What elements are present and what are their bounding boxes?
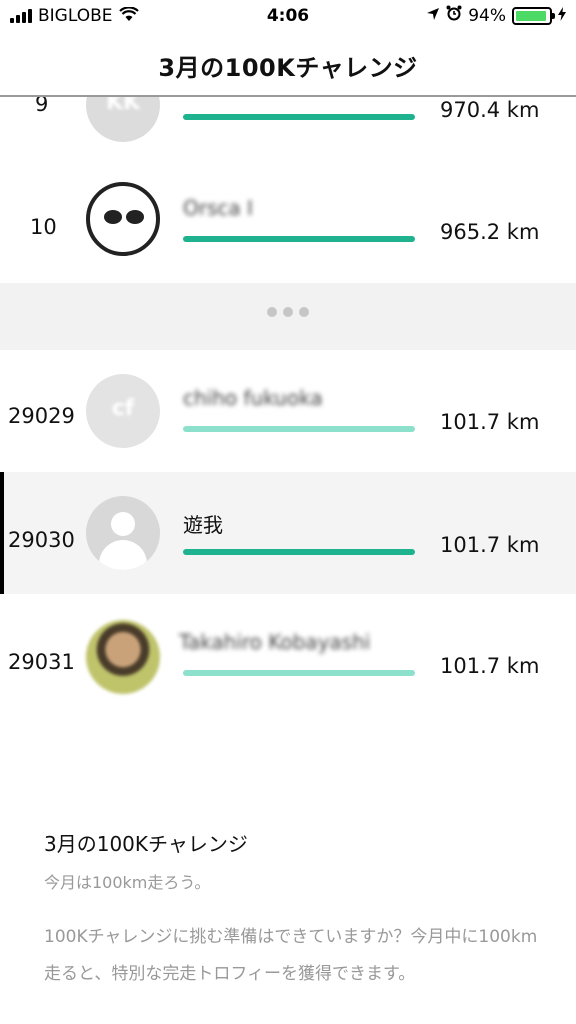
avatar-initials: cf bbox=[111, 396, 135, 421]
runner-name[interactable]: Orsca I bbox=[183, 196, 253, 220]
progress-bar bbox=[183, 236, 415, 242]
runner-name[interactable]: 遊我 bbox=[183, 509, 223, 538]
leaderboard-row[interactable]: 10 Orsca I 965.2 km bbox=[0, 160, 576, 282]
page-title: 3月の100Kチャレンジ bbox=[158, 54, 418, 82]
progress-fill bbox=[183, 236, 415, 242]
battery-percent: 94% bbox=[468, 5, 506, 26]
distance-value: 101.7 km bbox=[440, 410, 540, 434]
leaderboard-row[interactable]: 29029 cf chiho fukuoka 101.7 km bbox=[0, 350, 576, 472]
progress-fill bbox=[183, 670, 415, 676]
avatar[interactable]: cf bbox=[86, 374, 160, 448]
avatar[interactable] bbox=[86, 182, 160, 256]
ellipsis-icon bbox=[0, 307, 576, 317]
rank-number: 29030 bbox=[8, 528, 75, 552]
rank-number: 10 bbox=[30, 215, 57, 239]
rank-number: 29031 bbox=[8, 650, 75, 674]
rank-gap-separator bbox=[0, 283, 576, 350]
runner-name[interactable]: chiho fukuoka bbox=[183, 386, 323, 410]
leaderboard-row-current-user[interactable]: 29030 遊我 101.7 km bbox=[0, 472, 576, 594]
distance-value: 965.2 km bbox=[440, 220, 540, 244]
battery-level bbox=[516, 10, 547, 21]
challenge-title: 3月の100Kチャレンジ bbox=[44, 832, 248, 856]
progress-bar bbox=[183, 426, 415, 432]
status-bar: BIGLOBE 4:06 94% bbox=[0, 0, 576, 34]
progress-bar bbox=[183, 549, 415, 555]
status-indicators: 94% bbox=[426, 5, 566, 26]
runner-name[interactable]: Takahiro Kobayashi bbox=[179, 630, 370, 654]
default-user-icon bbox=[111, 512, 135, 536]
progress-fill bbox=[183, 114, 415, 120]
avatar[interactable] bbox=[86, 620, 160, 694]
nav-header: 3月の100Kチャレンジ bbox=[0, 34, 576, 97]
distance-value: 101.7 km bbox=[440, 533, 540, 557]
rank-number: 29029 bbox=[8, 404, 75, 428]
charging-bolt-icon bbox=[558, 6, 566, 26]
avatar[interactable] bbox=[86, 496, 160, 570]
challenge-description: 3月の100Kチャレンジ 今月は100km走ろう。 100Kチャレンジに挑む準備… bbox=[44, 828, 544, 993]
location-arrow-icon bbox=[426, 6, 440, 26]
battery-icon bbox=[512, 6, 555, 25]
leaderboard-row[interactable]: 29031 Takahiro Kobayashi 101.7 km bbox=[0, 594, 576, 716]
progress-bar bbox=[183, 670, 415, 676]
challenge-body: 100Kチャレンジに挑む準備はできていますか？今月中に100km走ると、特別な完… bbox=[44, 927, 538, 984]
distance-value: 101.7 km bbox=[440, 654, 540, 678]
progress-bar bbox=[183, 114, 415, 120]
distance-value: 970.4 km bbox=[440, 98, 540, 122]
alarm-clock-icon bbox=[446, 5, 462, 26]
challenge-subtitle: 今月は100km走ろう。 bbox=[44, 873, 211, 892]
progress-fill bbox=[183, 426, 415, 432]
progress-fill bbox=[183, 549, 415, 555]
